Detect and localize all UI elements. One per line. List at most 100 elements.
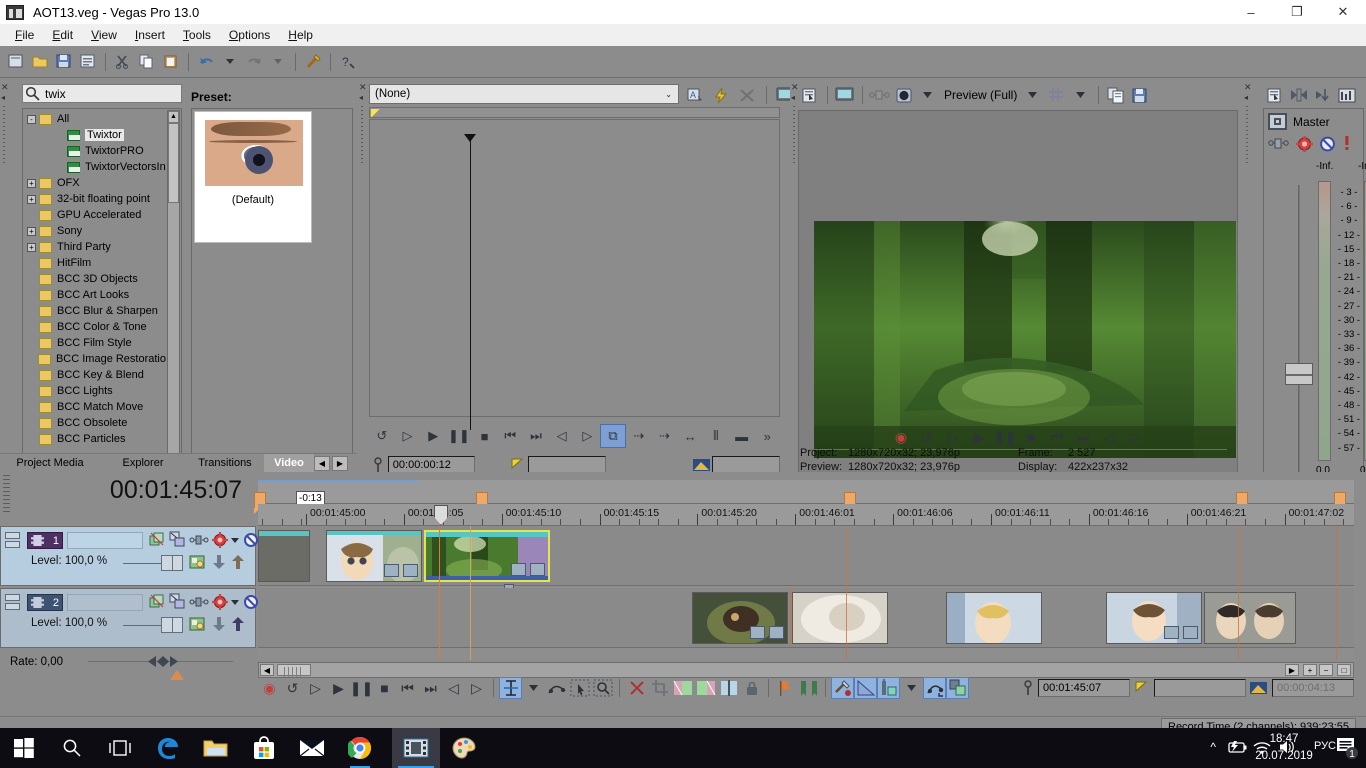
lock-envelopes-icon[interactable] (877, 677, 900, 699)
tree-item[interactable]: TwixtorPRO (23, 143, 166, 159)
redo-dropdown-icon[interactable] (267, 51, 289, 73)
fit-icon[interactable]: ↔ (677, 424, 703, 448)
track-1-name-input[interactable] (67, 532, 143, 549)
overlays-icon[interactable] (1046, 84, 1068, 106)
track-row-1[interactable] (258, 526, 1354, 590)
track-up-arrow-icon[interactable] (231, 554, 246, 573)
scroll-right-button[interactable]: ▶ (1285, 664, 1299, 676)
edit-tool-dropdown-icon[interactable] (522, 677, 545, 699)
preview-quality-icon[interactable] (893, 84, 915, 106)
preset-list[interactable]: (Default) (191, 108, 353, 506)
tree-item[interactable]: HitFilm (23, 255, 166, 271)
lightning-icon[interactable] (710, 84, 732, 106)
tree-item[interactable]: BCC Color & Tone (23, 319, 166, 335)
menu-item-edit[interactable]: Edit (43, 26, 82, 44)
prev-frame-icon[interactable]: ◁ (442, 677, 465, 699)
go-to-start-icon[interactable]: ⏮ (497, 424, 523, 448)
pan-icon[interactable] (189, 534, 209, 549)
timeline-grip[interactable] (3, 475, 10, 515)
playback-rate-slider-handle[interactable] (146, 655, 180, 668)
tree-toggle-icon[interactable]: + (27, 226, 36, 236)
event-pan-crop-badge[interactable] (403, 564, 418, 577)
track-number-1[interactable]: 1 (27, 532, 63, 549)
tree-item[interactable]: - All (23, 111, 166, 127)
tree-item[interactable]: BCC Image Restoratio (23, 351, 166, 367)
tree-vertical-scrollbar[interactable]: ▲ ▼ (167, 110, 180, 495)
hscroll-thumb[interactable] (277, 664, 311, 677)
tree-item[interactable]: +32-bit floating point (23, 191, 166, 207)
split-screen-icon[interactable] (869, 84, 891, 106)
normal-edit-tool-icon[interactable] (499, 677, 522, 699)
panel-collapse-icon[interactable]: ◂ (1, 94, 5, 102)
marker-icon[interactable] (774, 677, 797, 699)
preview-quality-dropdown-icon[interactable] (917, 84, 939, 106)
menu-item-file[interactable]: File (6, 26, 43, 44)
tree-item[interactable]: TwixtorVectorsIn (23, 159, 166, 175)
compositing-mode-icon[interactable] (169, 531, 186, 551)
interp-icon[interactable]: ▬ (729, 424, 755, 448)
pan-icon[interactable] (189, 596, 209, 611)
quantize-icon[interactable] (900, 677, 923, 699)
track-header-1[interactable]: 1 Level: 100,0 % (0, 526, 268, 586)
start-button[interactable] (0, 728, 48, 768)
envelope-edit-tool-icon[interactable] (545, 677, 568, 699)
event-pan-crop-badge[interactable] (769, 626, 784, 639)
tab-transitions[interactable]: Transitions (186, 457, 264, 469)
minimize-button[interactable]: – (1228, 0, 1274, 24)
preview-quality-menu-icon[interactable] (1022, 84, 1044, 106)
mail-button[interactable] (288, 728, 336, 768)
track-header-2[interactable]: 2 Level: 100,0 % (0, 588, 268, 648)
mute-icon[interactable] (243, 594, 259, 613)
tree-item[interactable]: BCC 3D Objects (23, 271, 166, 287)
tree-item[interactable]: BCC Lights (23, 383, 166, 399)
panel-close-icon[interactable]: ✕ (1, 83, 9, 92)
new-project-icon[interactable] (5, 51, 27, 73)
menu-item-help[interactable]: Help (279, 26, 322, 44)
enable-snapping-icon[interactable] (302, 51, 324, 73)
time-ruler[interactable]: 00:01:45:0000:01:45:0500:01:45:1000:01:4… (258, 504, 1354, 526)
chevron-down-icon[interactable]: ⌄ (665, 90, 672, 99)
paste-icon[interactable] (160, 51, 182, 73)
timeline-cursor-timecode[interactable]: 00:01:45:07 (1038, 679, 1130, 697)
track-minimize-buttons[interactable] (5, 532, 22, 550)
timeline-event[interactable] (1204, 592, 1296, 644)
tab-explorer[interactable]: Explorer (100, 457, 186, 469)
mute-icon[interactable] (1319, 136, 1336, 155)
split-icon[interactable] (717, 677, 740, 699)
marker-bar[interactable]: -0:13 (254, 482, 1354, 514)
tree-toggle-icon[interactable]: - (27, 114, 36, 124)
pan-icon[interactable] (1268, 137, 1290, 153)
play-from-start-icon[interactable]: ▷ (395, 424, 421, 448)
scroll-up-button[interactable]: ▲ (168, 111, 179, 123)
insert-bus-icon[interactable] (1288, 84, 1310, 106)
tab-project-media[interactable]: Project Media (0, 457, 100, 469)
edge-button[interactable] (144, 728, 192, 768)
enable-snapping-icon[interactable] (923, 677, 946, 699)
event-fx-badge[interactable] (384, 564, 399, 577)
next-frame-icon[interactable]: ▷ (465, 677, 488, 699)
compositing-mode-icon[interactable] (169, 593, 186, 613)
scroll-left-button[interactable]: ◀ (260, 664, 274, 676)
track-motion-icon[interactable] (189, 554, 206, 573)
mixer-props-icon[interactable] (1264, 84, 1286, 106)
zoom-tool-button[interactable]: □ (1337, 664, 1351, 676)
timeline-timecode-display[interactable]: 00:01:45:07 (12, 472, 252, 508)
crossfade-left-icon[interactable] (671, 677, 694, 699)
track-down-arrow-icon[interactable] (211, 554, 226, 573)
animate-icon[interactable]: A (684, 84, 706, 106)
marker-label[interactable]: -0:13 (296, 491, 325, 505)
event-pan-crop-badge[interactable] (530, 563, 545, 576)
meter-icon[interactable] (1336, 84, 1358, 106)
event-pan-crop-badge[interactable] (1183, 626, 1198, 639)
tree-item[interactable]: BCC Key & Blend (23, 367, 166, 383)
chrome-button[interactable] (336, 728, 384, 768)
crop-icon[interactable] (648, 677, 671, 699)
pause-icon[interactable]: ❚❚ (446, 424, 472, 448)
selection-edit-tool-icon[interactable] (568, 677, 591, 699)
timeline-event[interactable] (792, 592, 888, 644)
timeline-event[interactable] (326, 530, 422, 582)
more-icon[interactable]: » (754, 424, 780, 448)
copy-snapshot-icon[interactable] (1105, 84, 1127, 106)
center-icon[interactable]: ⦀ (703, 424, 729, 448)
menu-item-insert[interactable]: Insert (126, 26, 174, 44)
